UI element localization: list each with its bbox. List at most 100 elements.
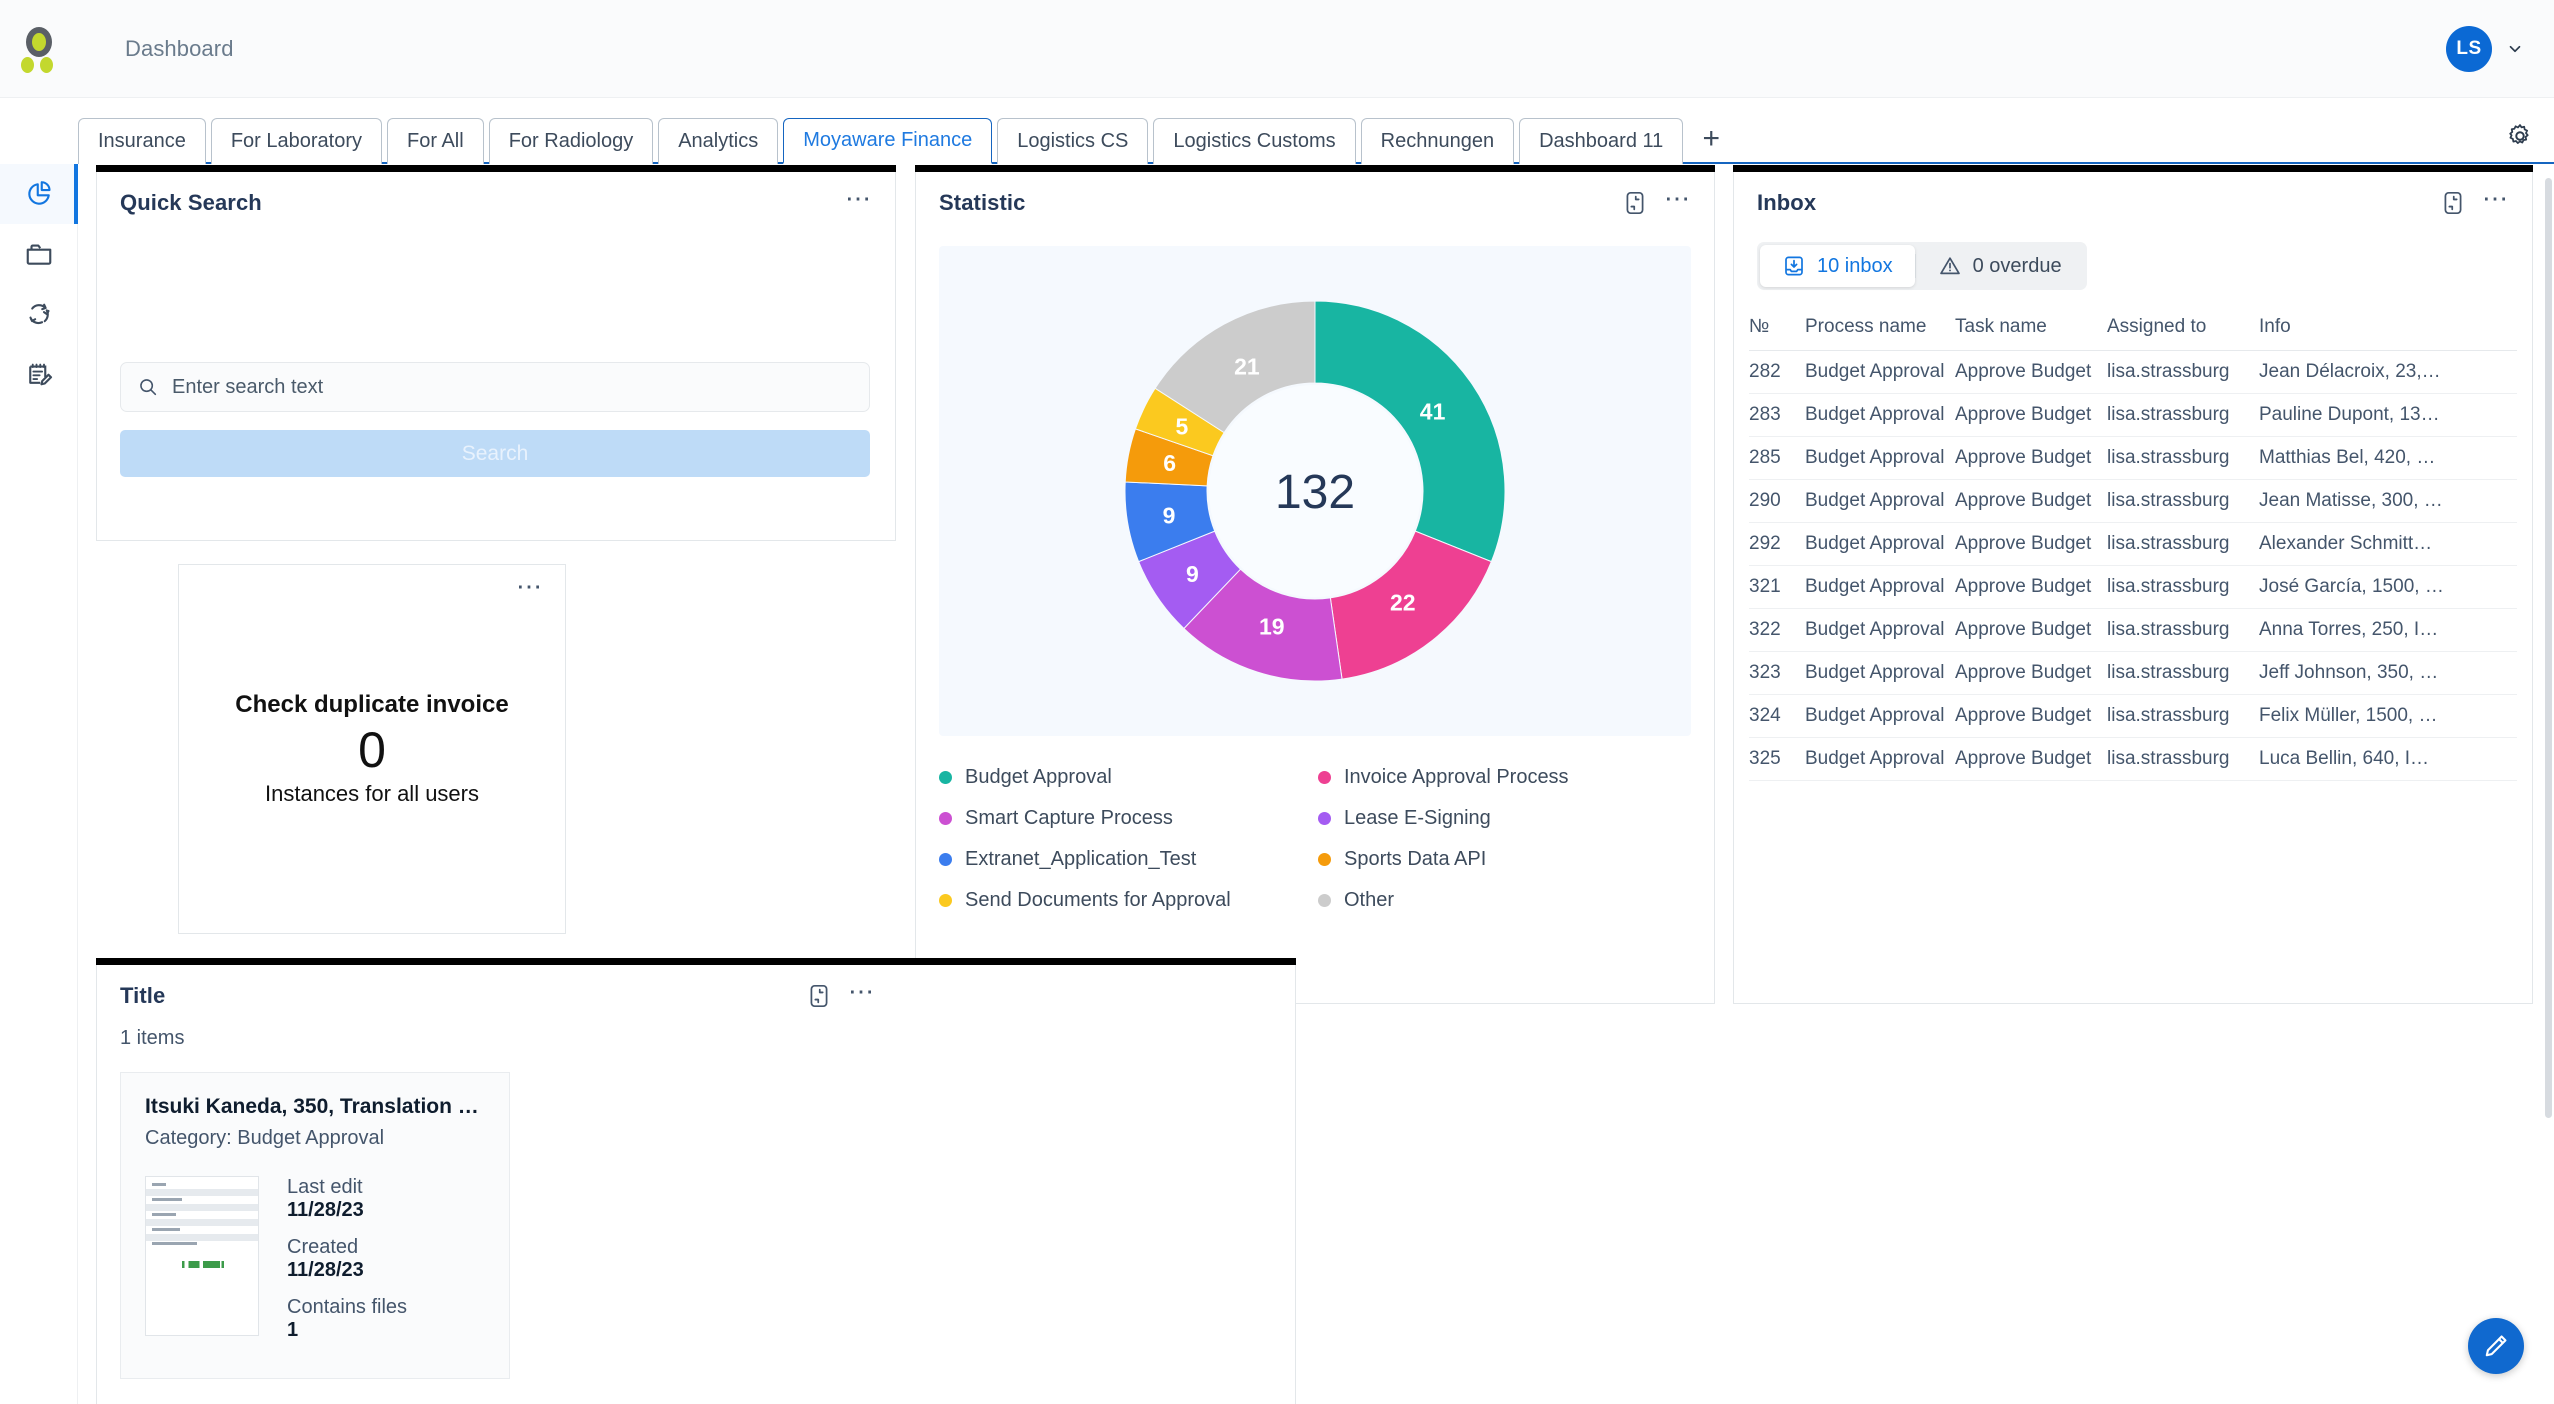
search-button[interactable]: Search: [120, 430, 870, 477]
inbox-panel: Inbox ⋯ 10 inbox 0 overdue № Process nam…: [1733, 165, 2533, 1004]
sidebar-item-tasks[interactable]: [0, 344, 78, 404]
legend-item[interactable]: Budget Approval: [939, 766, 1312, 789]
expand-icon[interactable]: [806, 983, 832, 1009]
column-header[interactable]: №: [1749, 316, 1805, 351]
table-row[interactable]: 325 Budget Approval Approve Budget lisa.str…: [1749, 737, 2517, 781]
legend-color-dot: [939, 771, 952, 784]
chevron-down-icon[interactable]: [2506, 40, 2524, 58]
cell-task: Approve Budget: [1955, 565, 2107, 609]
edit-dashboard-fab[interactable]: [2468, 1318, 2524, 1374]
cell-task: Approve Budget: [1955, 608, 2107, 652]
table-row[interactable]: 290 Budget Approval Approve Budget lisa.str…: [1749, 479, 2517, 523]
cell-process: Budget Approval: [1805, 393, 1955, 437]
panel-menu-icon[interactable]: ⋯: [2482, 185, 2509, 213]
table-row[interactable]: 323 Budget Approval Approve Budget lisa.str…: [1749, 651, 2517, 695]
table-row[interactable]: 285 Budget Approval Approve Budget lisa.str…: [1749, 436, 2517, 480]
expand-icon[interactable]: [2440, 190, 2466, 216]
vertical-scrollbar[interactable]: [2545, 178, 2552, 1118]
table-row[interactable]: 322 Budget Approval Approve Budget lisa.str…: [1749, 608, 2517, 652]
table-row[interactable]: 283 Budget Approval Approve Budget lisa.str…: [1749, 393, 2517, 437]
tab-label: Logistics Customs: [1173, 130, 1336, 152]
inbox-filter-inbox[interactable]: 10 inbox: [1760, 245, 1915, 287]
donut-chart: 41 22 19 9 9 6 5 21 132: [939, 246, 1691, 736]
cell-assigned: lisa.strassburg: [2107, 393, 2259, 437]
cell-process: Budget Approval: [1805, 522, 1955, 566]
cell-no: 290: [1749, 479, 1805, 523]
cell-task: Approve Budget: [1955, 522, 2107, 566]
tab-logistics-cs[interactable]: Logistics CS: [997, 118, 1149, 164]
cell-info: Jeff Johnson, 350, …: [2259, 651, 2517, 695]
donut-chart-svg[interactable]: 41 22 19 9 9 6 5 21 132: [1080, 256, 1550, 726]
table-row[interactable]: 282 Budget Approval Approve Budget lisa.str…: [1749, 350, 2517, 394]
tab-analytics[interactable]: Analytics: [658, 118, 779, 164]
cell-task: Approve Budget: [1955, 393, 2107, 437]
sidebar-item-files[interactable]: [0, 224, 78, 284]
column-header[interactable]: Info: [2259, 316, 2517, 351]
legend-label: Budget Approval: [965, 766, 1112, 788]
panel-menu-icon[interactable]: ⋯: [1664, 185, 1691, 213]
cell-info: Luca Bellin, 640, I…: [2259, 737, 2517, 781]
search-input[interactable]: Enter search text: [120, 362, 870, 412]
table-row[interactable]: 292 Budget Approval Approve Budget lisa.str…: [1749, 522, 2517, 566]
table-row[interactable]: 324 Budget Approval Approve Budget lisa.str…: [1749, 694, 2517, 738]
inbox-filter-overdue[interactable]: 0 overdue: [1916, 245, 2084, 287]
donut-slice-value: 41: [1420, 398, 1446, 424]
gear-icon[interactable]: [2506, 122, 2534, 150]
legend-item[interactable]: Sports Data API: [1318, 848, 1691, 871]
duplicate-invoice-panel: ⋯ Check duplicate invoice 0 Instances fo…: [178, 564, 566, 934]
tab-rechnungen[interactable]: Rechnungen: [1360, 118, 1515, 164]
tab-for-radiology[interactable]: For Radiology: [488, 118, 654, 164]
tab-logistics-customs[interactable]: Logistics Customs: [1153, 118, 1356, 164]
cell-task: Approve Budget: [1955, 436, 2107, 480]
sidebar-item-dashboard[interactable]: [0, 164, 78, 224]
tab-for-all[interactable]: For All: [387, 118, 484, 164]
legend-label: Send Documents for Approval: [965, 889, 1231, 911]
cell-no: 323: [1749, 651, 1805, 695]
cell-task: Approve Budget: [1955, 694, 2107, 738]
cell-info: Jean Matisse, 300, …: [2259, 479, 2517, 523]
avatar[interactable]: LS: [2446, 26, 2492, 72]
process-refresh-icon: [29, 303, 50, 324]
last-edit-label: Last edit: [287, 1176, 363, 1198]
search-icon: [140, 379, 157, 396]
cell-no: 321: [1749, 565, 1805, 609]
app-logo[interactable]: [0, 0, 78, 98]
tab-label: Insurance: [98, 130, 186, 152]
legend-item[interactable]: Lease E-Signing: [1318, 807, 1691, 830]
add-tab-button[interactable]: +: [1688, 116, 1734, 162]
sidebar-item-processes[interactable]: [0, 284, 78, 344]
legend-item[interactable]: Invoice Approval Process: [1318, 766, 1691, 789]
items-count: 1 items: [120, 1027, 185, 1049]
inbox-download-icon: [1785, 256, 1803, 276]
column-header[interactable]: Assigned to: [2107, 316, 2259, 351]
duplicate-invoice-subtitle: Instances for all users: [265, 781, 479, 807]
legend-item[interactable]: Smart Capture Process: [939, 807, 1312, 830]
top-bar: Dashboard LS: [0, 0, 2554, 98]
expand-icon[interactable]: [1622, 190, 1648, 216]
legend-item[interactable]: Send Documents for Approval: [939, 889, 1312, 912]
quick-search-panel: Quick Search ⋯ Enter search text Search: [96, 165, 896, 541]
table-row[interactable]: 321 Budget Approval Approve Budget lisa.str…: [1749, 565, 2517, 609]
document-thumbnail[interactable]: [145, 1176, 259, 1336]
panel-menu-icon[interactable]: ⋯: [848, 978, 875, 1006]
legend-item[interactable]: Extranet_Application_Test: [939, 848, 1312, 871]
user-menu[interactable]: LS: [2446, 0, 2524, 98]
cell-assigned: lisa.strassburg: [2107, 565, 2259, 609]
tab-moyaware-finance[interactable]: Moyaware Finance: [783, 118, 993, 164]
pie-chart-icon: [28, 181, 51, 205]
column-header[interactable]: Task name: [1955, 316, 2107, 351]
tab-insurance[interactable]: Insurance: [78, 118, 206, 164]
pencil-edit-icon: [2485, 1335, 2507, 1357]
duplicate-invoice-count: 0: [358, 721, 386, 778]
legend-color-dot: [939, 894, 952, 907]
legend-item[interactable]: Other: [1318, 889, 1691, 912]
cell-info: Matthias Bel, 420, …: [2259, 436, 2517, 480]
panel-menu-icon[interactable]: ⋯: [845, 185, 872, 213]
tab-dashboard-11[interactable]: Dashboard 11: [1519, 118, 1684, 164]
cell-info: Anna Torres, 250, I…: [2259, 608, 2517, 652]
tab-for-laboratory[interactable]: For Laboratory: [210, 118, 383, 164]
dashboard-tab-bar: Insurance For Laboratory For All For Radiol…: [0, 98, 2554, 164]
cell-task: Approve Budget: [1955, 479, 2107, 523]
column-header[interactable]: Process name: [1805, 316, 1955, 351]
document-card[interactable]: Itsuki Kaneda, 350, Translation of new c…: [120, 1072, 510, 1379]
